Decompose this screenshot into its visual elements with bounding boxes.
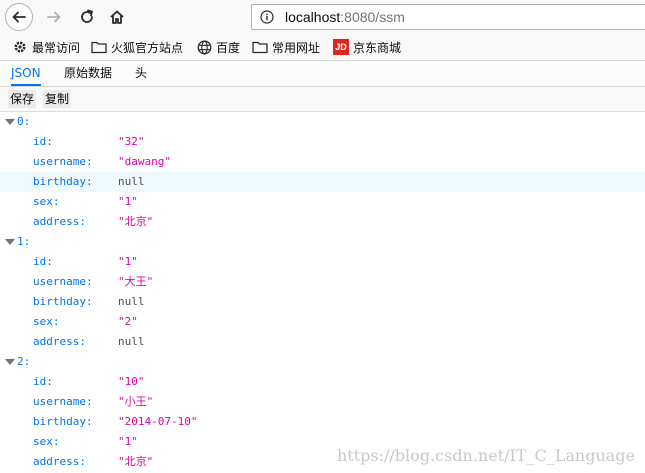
field-key: address: [33, 455, 86, 468]
field-value: "北京" [118, 215, 154, 228]
tab-json[interactable]: JSON [11, 61, 41, 86]
json-field-row[interactable]: username: "小王" [0, 392, 645, 412]
json-field-row[interactable]: sex: "2" [0, 312, 645, 332]
bookmark-label: 火狐官方站点 [111, 40, 184, 55]
field-key: sex: [33, 195, 60, 208]
field-value: "1" [118, 435, 138, 448]
url-path: :8080/ssm [340, 9, 405, 25]
globe-icon [196, 39, 212, 55]
field-value: "32" [118, 135, 145, 148]
record-index: 0: [17, 115, 31, 128]
json-field-row[interactable]: id: "1" [0, 252, 645, 272]
json-field-row[interactable]: username: "大王" [0, 272, 645, 292]
browser-navbar: localhost:8080/ssm [0, 0, 645, 34]
record-index: 2: [17, 355, 31, 368]
record-index: 1: [17, 235, 31, 248]
url-host: localhost [285, 9, 341, 25]
bookmark-baidu[interactable]: 百度 [196, 38, 240, 56]
home-icon [110, 10, 124, 24]
field-key: id: [33, 255, 53, 268]
back-arrow-icon [12, 11, 26, 23]
json-viewer-tabs: JSON 原始数据 头 [0, 61, 645, 87]
field-value: "1" [118, 195, 138, 208]
jd-logo-icon: JD [333, 39, 349, 55]
field-key: sex: [33, 435, 60, 448]
field-value: "dawang" [118, 155, 171, 168]
home-button[interactable] [104, 4, 130, 30]
json-field-row[interactable]: birthday: null [0, 172, 645, 192]
field-key: birthday: [33, 415, 93, 428]
bookmark-jd[interactable]: JD 京东商城 [333, 38, 401, 56]
field-key: birthday: [33, 175, 93, 188]
field-key: address: [33, 215, 86, 228]
bookmarks-bar: 最常访问 火狐官方站点 百度 常用网址 JD 京东商城 [0, 34, 645, 61]
field-value: null [118, 335, 145, 348]
field-value: null [118, 295, 145, 308]
gear-icon [12, 39, 28, 55]
tab-headers[interactable]: 头 [135, 61, 147, 86]
copy-button[interactable]: 复制 [43, 90, 72, 108]
reload-button[interactable] [74, 4, 100, 30]
json-record-row[interactable]: 1: [0, 232, 645, 252]
field-value: "2014-07-10" [118, 415, 198, 428]
json-record-row[interactable]: 0: [0, 112, 645, 132]
field-key: id: [33, 375, 53, 388]
json-field-row[interactable]: username: "dawang" [0, 152, 645, 172]
expand-toggle-icon[interactable] [5, 359, 15, 365]
info-icon[interactable] [260, 10, 274, 24]
forward-button[interactable] [41, 4, 67, 30]
watermark: https://blog.csdn.net/IT_C_Language [336, 446, 635, 465]
folder-icon [252, 39, 268, 55]
field-value: "2" [118, 315, 138, 328]
field-value: "1" [118, 255, 138, 268]
bookmark-label: 百度 [216, 40, 241, 55]
json-toolbar: 保存 复制 [0, 87, 645, 112]
field-key: sex: [33, 315, 60, 328]
field-value: null [118, 175, 145, 188]
json-field-row[interactable]: id: "10" [0, 372, 645, 392]
field-key: id: [33, 135, 53, 148]
json-field-row[interactable]: id: "32" [0, 132, 645, 152]
field-value: "大王" [118, 275, 154, 288]
field-key: username: [33, 275, 93, 288]
field-key: address: [33, 335, 86, 348]
save-button[interactable]: 保存 [8, 90, 37, 108]
url-bar[interactable]: localhost:8080/ssm [251, 4, 645, 30]
field-key: username: [33, 395, 93, 408]
json-field-row[interactable]: sex: "1" [0, 192, 645, 212]
bookmark-most-visited[interactable]: 最常访问 [12, 38, 80, 56]
tab-raw-data[interactable]: 原始数据 [64, 61, 112, 86]
json-record-row[interactable]: 2: [0, 352, 645, 372]
field-key: username: [33, 155, 93, 168]
bookmark-label: 京东商城 [353, 40, 402, 55]
back-button[interactable] [5, 3, 33, 31]
bookmark-common-sites[interactable]: 常用网址 [252, 38, 320, 56]
field-value: "小王" [118, 395, 154, 408]
json-field-row[interactable]: birthday: null [0, 292, 645, 312]
field-value: "北京" [118, 455, 154, 468]
json-field-row[interactable]: address: "北京" [0, 212, 645, 232]
bookmark-firefox-site[interactable]: 火狐官方站点 [91, 38, 183, 56]
bookmark-label: 最常访问 [32, 40, 81, 55]
bookmark-label: 常用网址 [272, 40, 321, 55]
field-value: "10" [118, 375, 145, 388]
field-key: birthday: [33, 295, 93, 308]
expand-toggle-icon[interactable] [5, 239, 15, 245]
url-text[interactable]: localhost:8080/ssm [285, 9, 405, 25]
json-field-row[interactable]: birthday: "2014-07-10" [0, 412, 645, 432]
forward-arrow-icon [47, 11, 61, 23]
folder-icon [91, 39, 107, 55]
json-field-row[interactable]: address: null [0, 332, 645, 352]
reload-icon [81, 9, 93, 23]
expand-toggle-icon[interactable] [5, 119, 15, 125]
